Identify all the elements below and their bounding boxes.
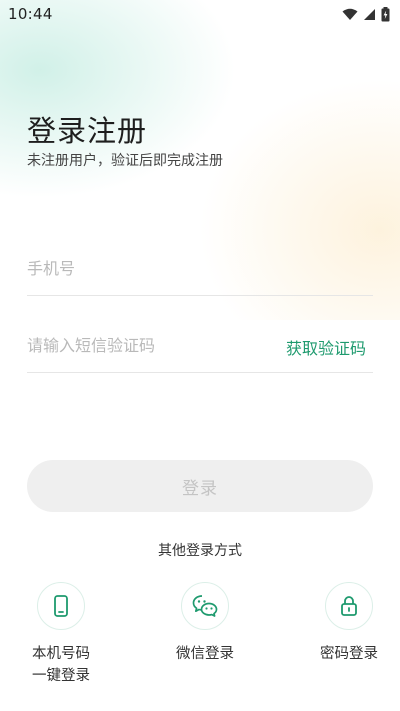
login-button[interactable]: 登录	[27, 460, 373, 512]
sms-code-input[interactable]	[27, 322, 257, 368]
battery-icon	[381, 6, 390, 21]
phone-input[interactable]	[27, 245, 257, 291]
status-time: 10:44	[8, 5, 53, 23]
wechat-login-circle[interactable]	[181, 582, 229, 630]
lock-icon	[341, 596, 357, 616]
wechat-login-label: 微信登录	[176, 646, 234, 662]
sms-code-field: 获取验证码	[27, 322, 373, 373]
phone-icon	[54, 595, 68, 617]
one-click-login-label-line2: 一键登录	[32, 668, 90, 684]
other-login-title: 其他登录方式	[158, 543, 242, 559]
phone-field	[27, 245, 373, 296]
wechat-login-option[interactable]: 微信登录	[155, 582, 255, 665]
password-login-label: 密码登录	[320, 646, 378, 662]
page-subtitle: 未注册用户，验证后即完成注册	[27, 153, 223, 169]
wechat-icon	[192, 595, 218, 617]
signal-icon	[364, 8, 375, 20]
password-login-option[interactable]: 密码登录	[299, 582, 399, 665]
password-login-circle[interactable]	[325, 582, 373, 630]
one-click-login-label: 本机号码 一键登录	[11, 643, 111, 687]
wifi-icon	[342, 8, 358, 20]
one-click-login-label-line1: 本机号码	[32, 646, 90, 662]
one-click-login-circle[interactable]	[37, 582, 85, 630]
status-icons	[342, 6, 390, 22]
status-bar: 10:44	[0, 0, 400, 28]
get-code-button[interactable]: 获取验证码	[286, 335, 366, 359]
one-click-login-option[interactable]: 本机号码 一键登录	[11, 582, 111, 687]
page-title: 登录注册	[27, 114, 148, 148]
